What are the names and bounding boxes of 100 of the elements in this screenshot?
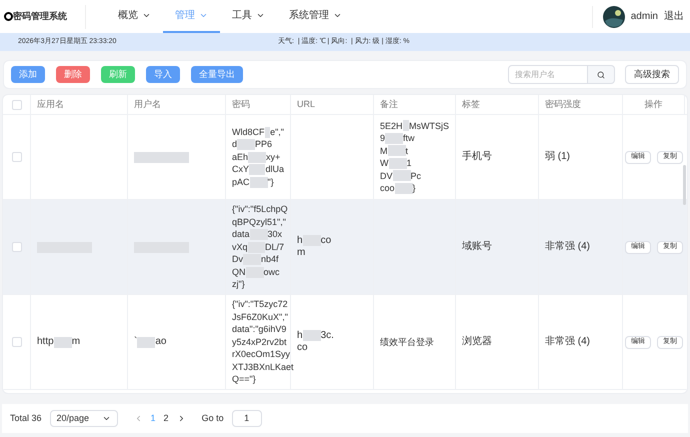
row-checkbox[interactable] [12,242,22,252]
cell-text: 9 [380,132,386,144]
redaction-mark [388,158,406,169]
redaction-mark [388,145,406,156]
cell-text: W [380,157,388,170]
column-header: 操作 [644,98,662,111]
cell-text: rX0ecOm1Syy [232,348,290,361]
cell-text: y5z4xP2rv2bt [232,336,287,348]
cell-text: ftw [403,132,415,144]
column-header: 备注 [380,98,398,111]
chevron-down-icon [199,11,208,20]
cell-text: Q=="} [232,373,256,386]
cell-text: ao [155,336,166,348]
cell-text: t [406,144,408,157]
redaction-mark [264,126,270,138]
cell-text: 非常强 (4) [545,336,590,348]
cell-text: DL/7 [264,240,284,254]
cell-text: 绩效平台登录 [380,336,434,348]
redaction-mark [394,182,413,194]
cell-text: nb4f [261,253,279,266]
cell-text: 3c. [320,330,334,342]
row-checkbox[interactable] [12,152,22,162]
app-title: 密码管理系统 [13,10,67,23]
cell-text: 5E2H [380,120,403,132]
nav-tab[interactable]: 系统管理 [277,0,354,33]
nav-tab[interactable]: 概览 [106,0,163,33]
cell-text: 弱 (1) [545,150,570,164]
total-count: Total 36 [10,412,42,425]
redaction-mark [392,170,411,182]
cell-text: co [297,342,308,354]
cell-text: e"," [270,126,284,138]
avatar-icon [602,6,625,28]
cell-text: Pc [410,170,422,182]
page-size-select[interactable]: 20/page [50,410,118,427]
cell-text: {"iv":"f5LchpQ [232,203,288,216]
username: admin [630,10,658,24]
row-checkbox[interactable] [12,337,22,347]
cell-text: dlUa [265,163,284,176]
chevron-down-icon [333,11,342,20]
cell-text: xy+ [266,150,280,164]
cell-text: coo [380,182,395,194]
cell-text: d [232,138,238,151]
cell-text: data":"g6ihV9 [232,323,286,336]
cell-text: 域账号 [462,240,492,254]
cell-text: PP6 [255,138,272,151]
column-header: 应用名 [37,98,64,111]
chevron-down-icon [102,414,111,423]
redaction-mark [237,139,256,150]
goto-field[interactable]: 1 [232,410,262,427]
advanced-search-button[interactable]: 高级搜索 [625,65,679,84]
cell-text: owc [264,266,280,278]
cell-text: 浏览器 [462,336,492,348]
cell-text: Wld8CF [232,126,265,138]
redaction-mark [248,152,266,162]
cell-text: 非常强 (4) [545,240,590,254]
cell-text: m [297,247,306,260]
cell-text: {"iv":"T5zyc72 [232,298,288,311]
cell-text: h [297,330,303,342]
cell-text: 手机号 [462,150,492,164]
cell-text: aEh [232,150,248,164]
cell-text: DV [380,170,393,182]
chevron-down-icon [142,11,151,20]
redaction-mark [249,164,266,175]
column-header: 密码 [232,98,250,111]
cell-text: QN [232,266,246,278]
search-icon[interactable] [588,65,615,84]
cell-text: JsF6Z0KuX"," [232,310,288,324]
row-checkbox[interactable] [12,100,22,110]
cell-text: Dv [232,253,243,266]
cell-text: MsWTSjS [409,120,449,132]
goto-label: Go to [202,412,224,425]
cell-text: vXq [232,240,248,254]
cell-text: zj"} [232,278,245,291]
column-header: 密码强度 [545,98,581,111]
redaction-mark [54,336,72,348]
column-header: 用户名 [134,98,161,111]
cell-text: pAC [232,176,250,188]
cell-text: } [412,182,416,194]
cell-text: data [232,228,250,241]
search-field[interactable]: 搜索用户名 [508,65,588,84]
column-header: URL [297,98,316,111]
cell-text: "} [268,176,274,188]
logout-link[interactable]: 退出 [664,9,684,24]
cell-text: 1 [406,157,412,170]
logo-icon [4,12,13,21]
cell-text: qBPQzyl51"," [232,216,286,228]
redaction-mark [137,336,156,348]
cell-text: M [380,144,388,157]
cell-text: CxY [232,163,250,176]
redaction-mark [302,330,321,342]
cell-text: 30x [268,228,282,241]
page-number[interactable]: 2 [164,412,169,426]
cell-text: m [72,336,80,348]
cell-text: co [320,234,332,247]
cell-text: XTJ3BXnLKaet [232,360,294,374]
cell-text: h [297,234,303,247]
cell-text: http [37,336,54,348]
nav-tab[interactable]: 工具 [220,0,277,33]
redaction-mark [250,176,268,188]
cell-text: ` [134,336,138,348]
